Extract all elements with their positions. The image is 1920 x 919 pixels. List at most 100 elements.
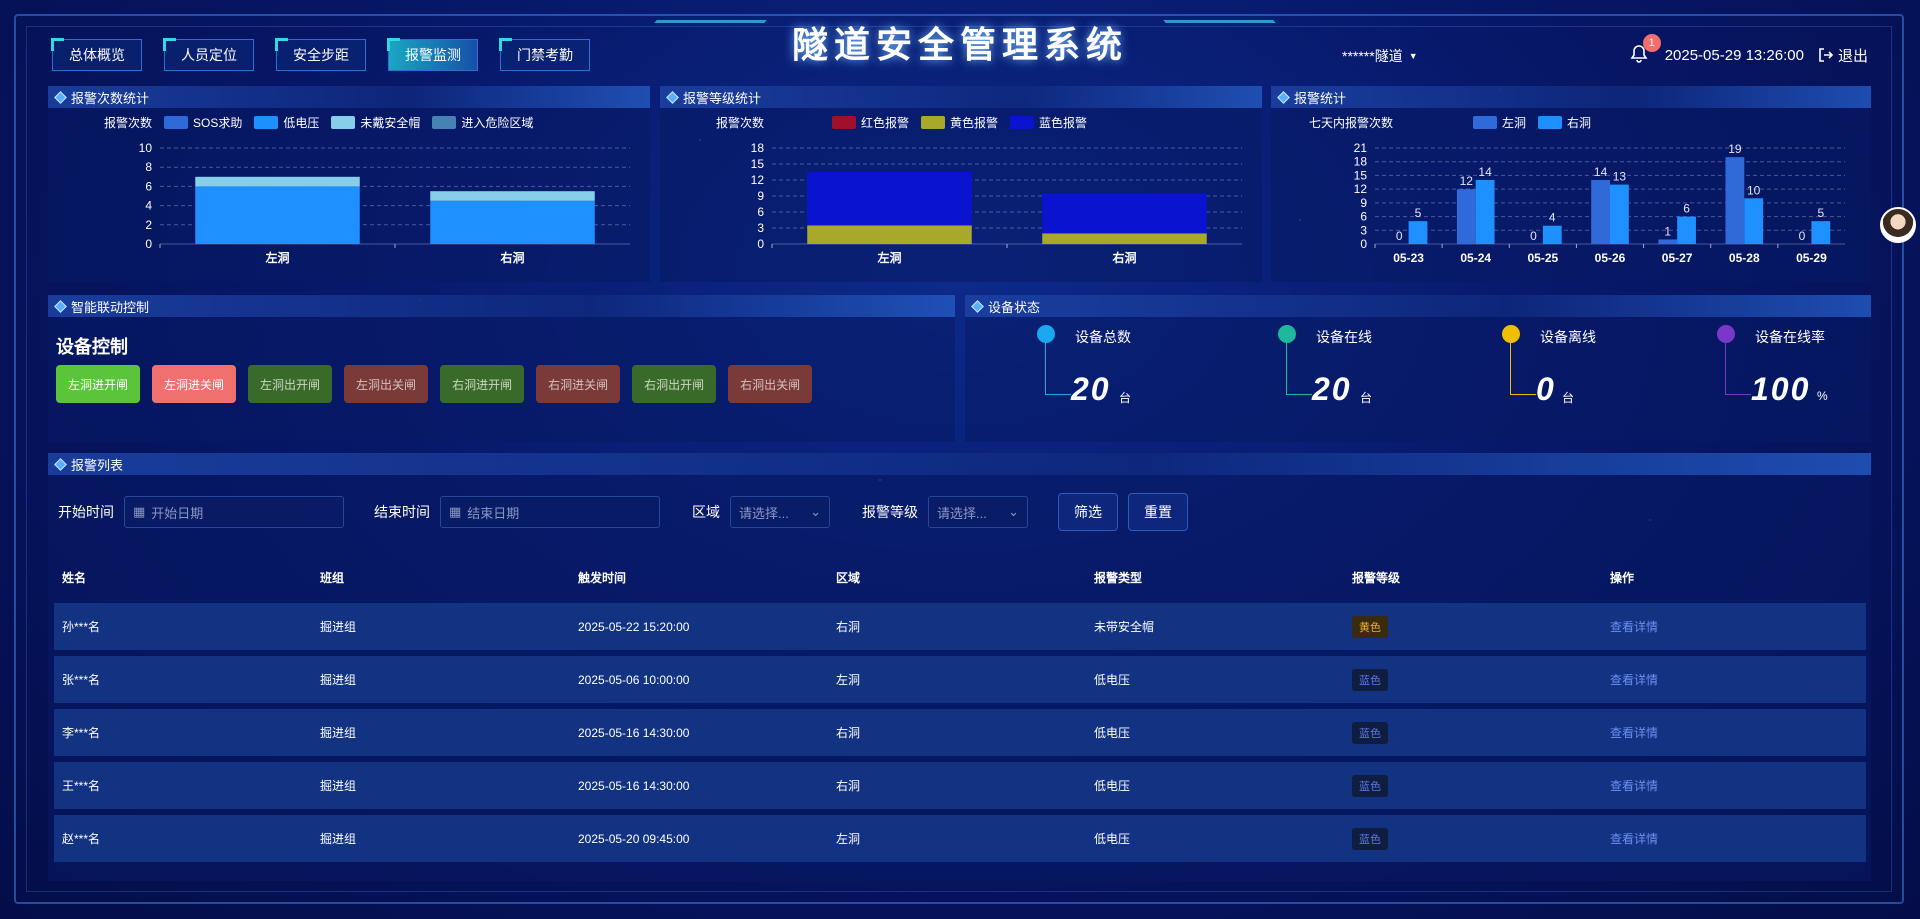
y-tick-label: 3 [1360,223,1367,237]
chevron-down-icon: ⌄ [810,504,821,519]
start-date-input[interactable]: ▦ 开始日期 [124,496,344,528]
legend-label: 低电压 [283,116,320,130]
main-nav: 总体概览 人员定位 安全步距 报警监测 门禁考勤 [51,38,590,71]
legend-item[interactable]: 红色报警 [832,114,909,131]
bar [1042,233,1207,244]
logout-button[interactable]: 退出 [1818,45,1868,66]
y-axis-label: 报警次数 [716,116,765,130]
view-details-link[interactable]: 查看详情 [1610,832,1658,846]
stat-label: 设备总数 [1075,329,1131,345]
x-tick-label: 05-26 [1595,251,1626,265]
start-time-label: 开始时间 [58,504,114,520]
chart-alarm-count: 0 2 4 6 8 10 左洞 右洞 [120,141,640,265]
left-out-open-button[interactable]: 左洞出开闸 [248,365,333,403]
stat-value: 0 [1536,371,1556,407]
col-alarm-level: 报警等级 [1352,570,1401,585]
assistant-avatar[interactable] [1880,207,1916,243]
data-label: 5 [1817,206,1824,220]
cell-action: 查看详情 [1602,656,1866,703]
tab-personnel[interactable]: 人员定位 [163,38,254,71]
tab-access-control[interactable]: 门禁考勤 [499,38,590,71]
diamond-icon [54,457,67,471]
data-label: 5 [1415,206,1422,220]
view-details-link[interactable]: 查看详情 [1610,779,1658,793]
connector-line [1286,343,1287,395]
level-badge: 蓝色 [1352,721,1388,744]
right-in-open-button[interactable]: 右洞进开闸 [440,365,525,403]
legend-item[interactable]: 黄色报警 [921,114,998,131]
level-placeholder: 请选择... [937,505,987,521]
cell-team: 掘进组 [312,603,570,650]
cell-level: 蓝色 [1344,815,1602,862]
end-date-placeholder: 结束日期 [467,505,520,521]
panel-header: 智能联动控制 [48,295,955,317]
tab-overview[interactable]: 总体概览 [51,38,142,71]
bar [1042,193,1207,234]
right-out-close-button[interactable]: 右洞出关闸 [728,365,813,403]
legend-swatch [921,116,946,129]
col-area: 区域 [836,570,861,585]
col-team: 班组 [320,570,345,585]
reset-button[interactable]: 重置 [1128,493,1188,531]
right-out-open-button[interactable]: 右洞出开闸 [632,365,717,403]
area-select[interactable]: 请选择... ⌄ [730,496,830,528]
left-in-open-button[interactable]: 左洞进开闸 [56,365,141,403]
col-action: 操作 [1610,570,1635,585]
y-tick-label: 21 [1354,141,1368,155]
tunnel-selector[interactable]: ******隧道 ▼ [1342,46,1418,66]
legend-item[interactable]: 低电压 [254,114,319,131]
data-label: 6 [1683,202,1690,216]
legend-swatch [1538,116,1563,129]
legend-label: 进入危险区域 [461,116,534,130]
connector-line [1725,394,1751,395]
bar [430,191,595,201]
x-tick-label: 左洞 [264,250,289,265]
legend-label: SOS求助 [193,116,243,130]
data-label: 14 [1594,165,1608,179]
y-tick-label: 10 [139,141,153,155]
panel-header: 报警次数统计 [48,86,650,108]
x-tick-label: 右洞 [499,250,524,265]
connector-line [1510,343,1511,395]
end-time-label: 结束时间 [374,504,430,520]
right-in-close-button[interactable]: 右洞进关闸 [536,365,621,403]
view-details-link[interactable]: 查看详情 [1610,726,1658,740]
legend-swatch [254,116,279,129]
end-date-input[interactable]: ▦ 结束日期 [440,496,660,528]
bar [1658,239,1678,244]
notification-bell[interactable]: 1 [1629,34,1661,66]
legend-item[interactable]: 进入危险区域 [432,114,533,131]
stat-label: 设备离线 [1540,329,1596,345]
legend-item[interactable]: 右洞 [1538,114,1591,131]
tab-safety-distance[interactable]: 安全步距 [275,38,366,71]
chart-svg: 0 3 6 9 12 15 18 左洞 右洞 [751,141,1242,265]
legend-item[interactable]: 左洞 [1473,114,1526,131]
legend-swatch [331,116,356,129]
filter-button[interactable]: 筛选 [1058,493,1118,531]
legend-item[interactable]: 未戴安全帽 [331,114,420,131]
left-out-close-button[interactable]: 左洞出关闸 [344,365,429,403]
tab-alarm-monitor[interactable]: 报警监测 [387,38,478,71]
panel-title: 报警列表 [71,457,124,473]
diamond-icon [666,90,679,104]
view-details-link[interactable]: 查看详情 [1610,620,1658,634]
legend-item[interactable]: SOS求助 [164,114,242,131]
diamond-icon [54,299,67,313]
diamond-icon [1277,90,1290,104]
table-row: 赵***名 掘进组 2025-05-20 09:45:00 左洞 低电压 蓝色 查看详情 [54,815,1866,862]
panel-alarm-level: 报警等级统计 报警次数 红色报警 黄色报警 蓝色报警 0 3 6 9 12 15 18 左洞 右… [660,86,1262,282]
view-details-link[interactable]: 查看详情 [1610,673,1658,687]
cell-action: 查看详情 [1602,603,1866,650]
legend-swatch [164,116,189,129]
left-in-close-button[interactable]: 左洞进关闸 [152,365,237,403]
stat-total-devices: 设备总数 20 台 [1037,325,1237,435]
bar [1591,180,1610,244]
chevron-down-icon: ⌄ [1008,504,1019,519]
y-tick-label: 9 [757,189,764,203]
alarm-level-select[interactable]: 请选择... ⌄ [928,496,1028,528]
legend-item[interactable]: 蓝色报警 [1010,114,1087,131]
cell-action: 查看详情 [1602,815,1866,862]
bar [1475,180,1495,244]
logout-icon [1819,48,1834,62]
legend-label: 红色报警 [861,116,910,130]
